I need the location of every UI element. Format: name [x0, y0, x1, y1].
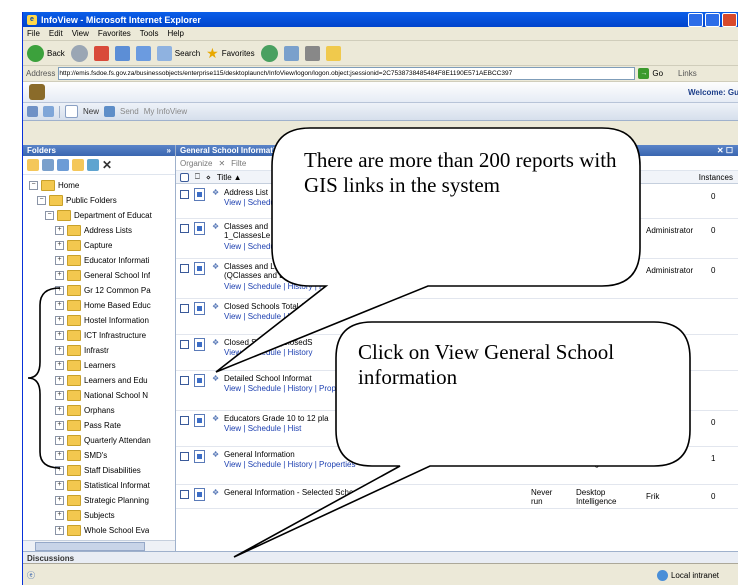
- callout-overlay: [27, 127, 691, 558]
- left-brace: [27, 287, 61, 469]
- callout-top-text: There are more than 200 reports with GIS…: [304, 148, 617, 197]
- callout-bottom-text: Click on View General School information: [358, 340, 615, 389]
